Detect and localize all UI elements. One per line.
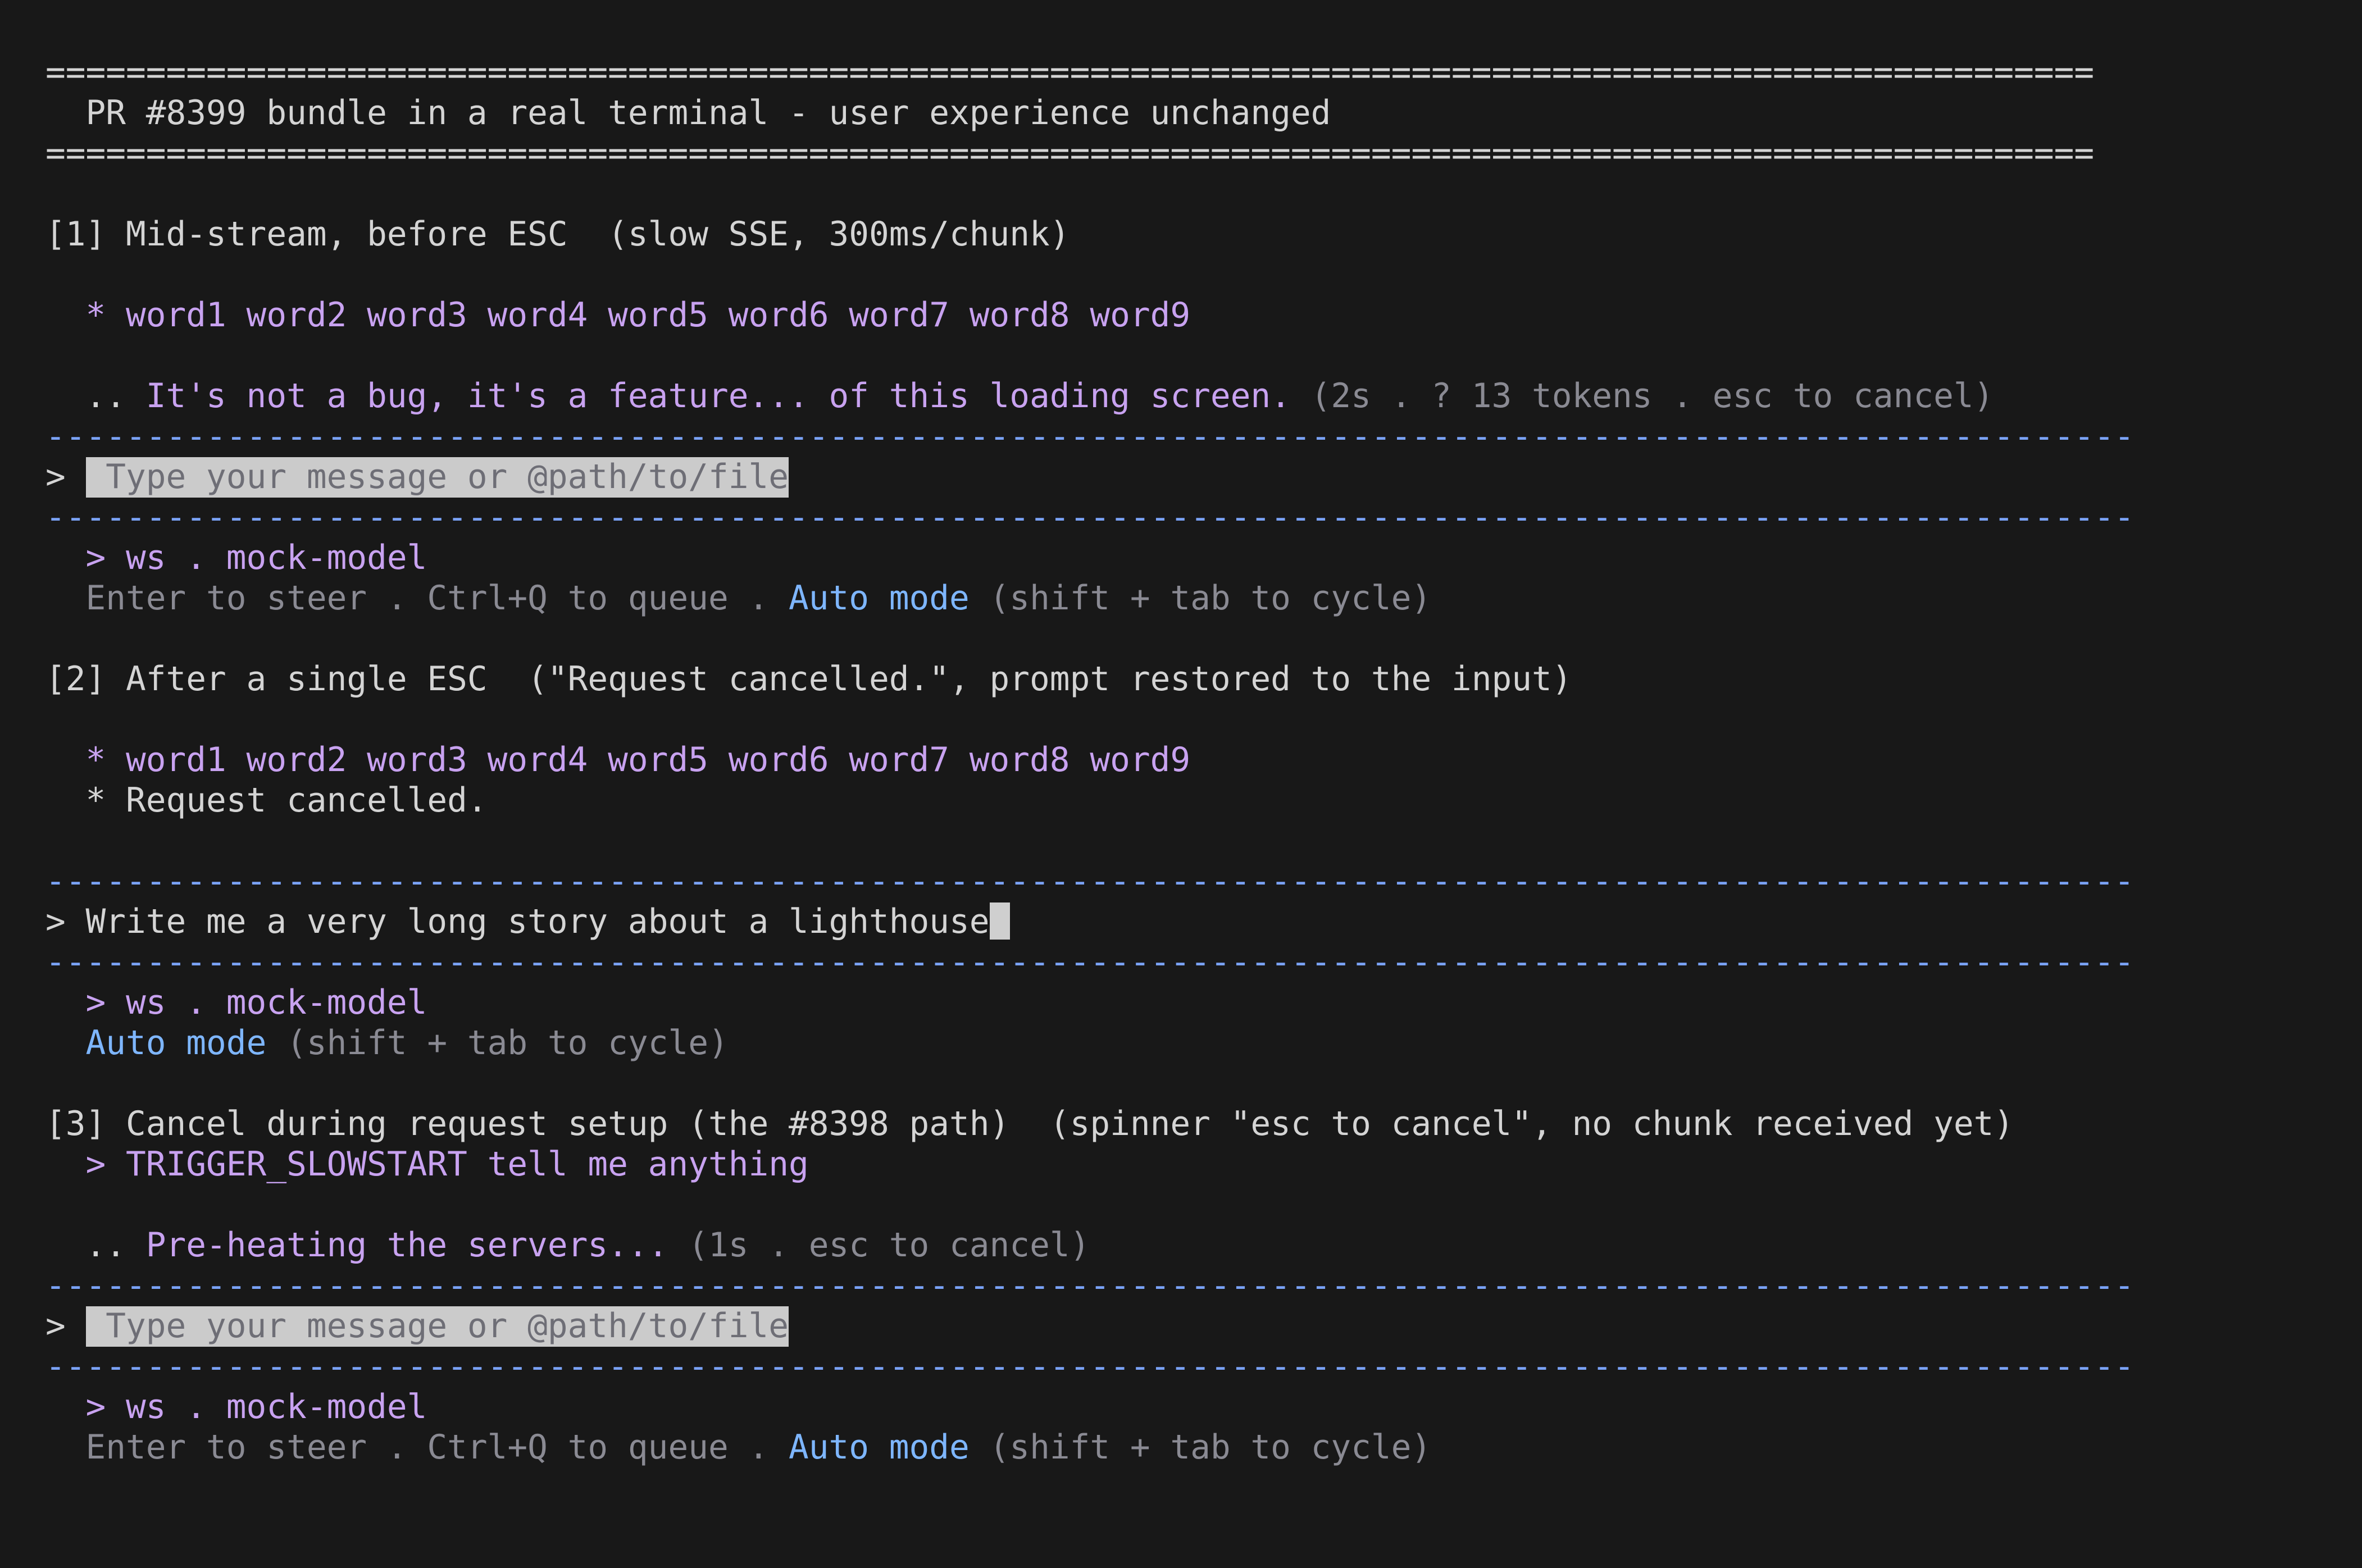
auto-mode-label: Auto mode	[788, 1428, 970, 1467]
input-divider-top: ----------------------------------------…	[45, 417, 2135, 456]
input-divider-top: ----------------------------------------…	[45, 862, 2135, 901]
section2-input-row[interactable]: > Write me a very long story about a lig…	[45, 902, 2332, 942]
spinner-text: It's not a bug, it's a feature... of thi…	[145, 377, 1291, 416]
header-title: PR #8399 bundle in a real terminal - use…	[45, 94, 1331, 133]
spinner-icon: ..	[45, 377, 146, 416]
section3-model-line: > ws . mock-model	[45, 1388, 427, 1426]
spinner-icon: ..	[45, 1226, 146, 1265]
header-rule-top: ========================================…	[45, 53, 2095, 92]
prompt-symbol: >	[45, 1307, 86, 1346]
section1-model-line: > ws . mock-model	[45, 539, 427, 577]
hint-text: Enter to steer . Ctrl+Q to queue .	[45, 1428, 789, 1467]
section2-hint-line: Auto mode (shift + tab to cycle)	[45, 1023, 2332, 1064]
prompt-symbol: >	[45, 458, 86, 496]
hint-text: Enter to steer . Ctrl+Q to queue .	[45, 579, 789, 618]
section1-input-row[interactable]: > Type your message or @path/to/file	[45, 457, 2332, 498]
input-divider-bottom: ----------------------------------------…	[45, 1347, 2135, 1386]
section3-heading: [3] Cancel during request setup (the #83…	[45, 1105, 2014, 1143]
input-divider-top: ----------------------------------------…	[45, 1266, 2135, 1305]
mode-cycle-hint: (shift + tab to cycle)	[969, 579, 1432, 618]
section3-user-prompt: > TRIGGER_SLOWSTART tell me anything	[45, 1145, 809, 1184]
input-divider-bottom: ----------------------------------------…	[45, 498, 2135, 537]
header-rule-bottom: ========================================…	[45, 134, 2095, 173]
section2-heading: [2] After a single ESC ("Request cancell…	[45, 660, 1572, 699]
hint-indent	[45, 1024, 86, 1063]
section1-stream-output: * word1 word2 word3 word4 word5 word6 wo…	[45, 296, 1191, 335]
spinner-meta: (2s . ? 13 tokens . esc to cancel)	[1290, 377, 1994, 416]
spinner-meta: (1s . esc to cancel)	[668, 1226, 1090, 1265]
mode-cycle-hint: (shift + tab to cycle)	[266, 1024, 729, 1063]
section2-model-line: > ws . mock-model	[45, 983, 427, 1022]
section3-hint-line: Enter to steer . Ctrl+Q to queue . Auto …	[45, 1428, 2332, 1468]
section1-hint-line: Enter to steer . Ctrl+Q to queue . Auto …	[45, 578, 2332, 619]
spinner-text: Pre-heating the servers...	[145, 1226, 668, 1265]
section3-spinner-line: .. Pre-heating the servers... (1s . esc …	[45, 1225, 2332, 1266]
auto-mode-label: Auto mode	[788, 579, 970, 618]
section1-heading: [1] Mid-stream, before ESC (slow SSE, 30…	[45, 215, 1070, 254]
message-input[interactable]: Write me a very long story about a light…	[86, 902, 990, 941]
input-divider-bottom: ----------------------------------------…	[45, 943, 2135, 982]
mode-cycle-hint: (shift + tab to cycle)	[969, 1428, 1432, 1467]
section2-stream-output: * word1 word2 word3 word4 word5 word6 wo…	[45, 741, 1191, 780]
message-input[interactable]: Type your message or @path/to/file	[85, 457, 789, 498]
terminal-output: ========================================…	[45, 53, 2332, 1468]
message-input[interactable]: Type your message or @path/to/file	[85, 1306, 789, 1347]
auto-mode-label: Auto mode	[85, 1024, 267, 1063]
text-cursor	[989, 902, 1010, 940]
section3-input-row[interactable]: > Type your message or @path/to/file	[45, 1306, 2332, 1347]
section1-spinner-line: .. It's not a bug, it's a feature... of …	[45, 376, 2332, 417]
request-cancelled-message: * Request cancelled.	[45, 781, 488, 820]
prompt-symbol: >	[45, 902, 86, 941]
